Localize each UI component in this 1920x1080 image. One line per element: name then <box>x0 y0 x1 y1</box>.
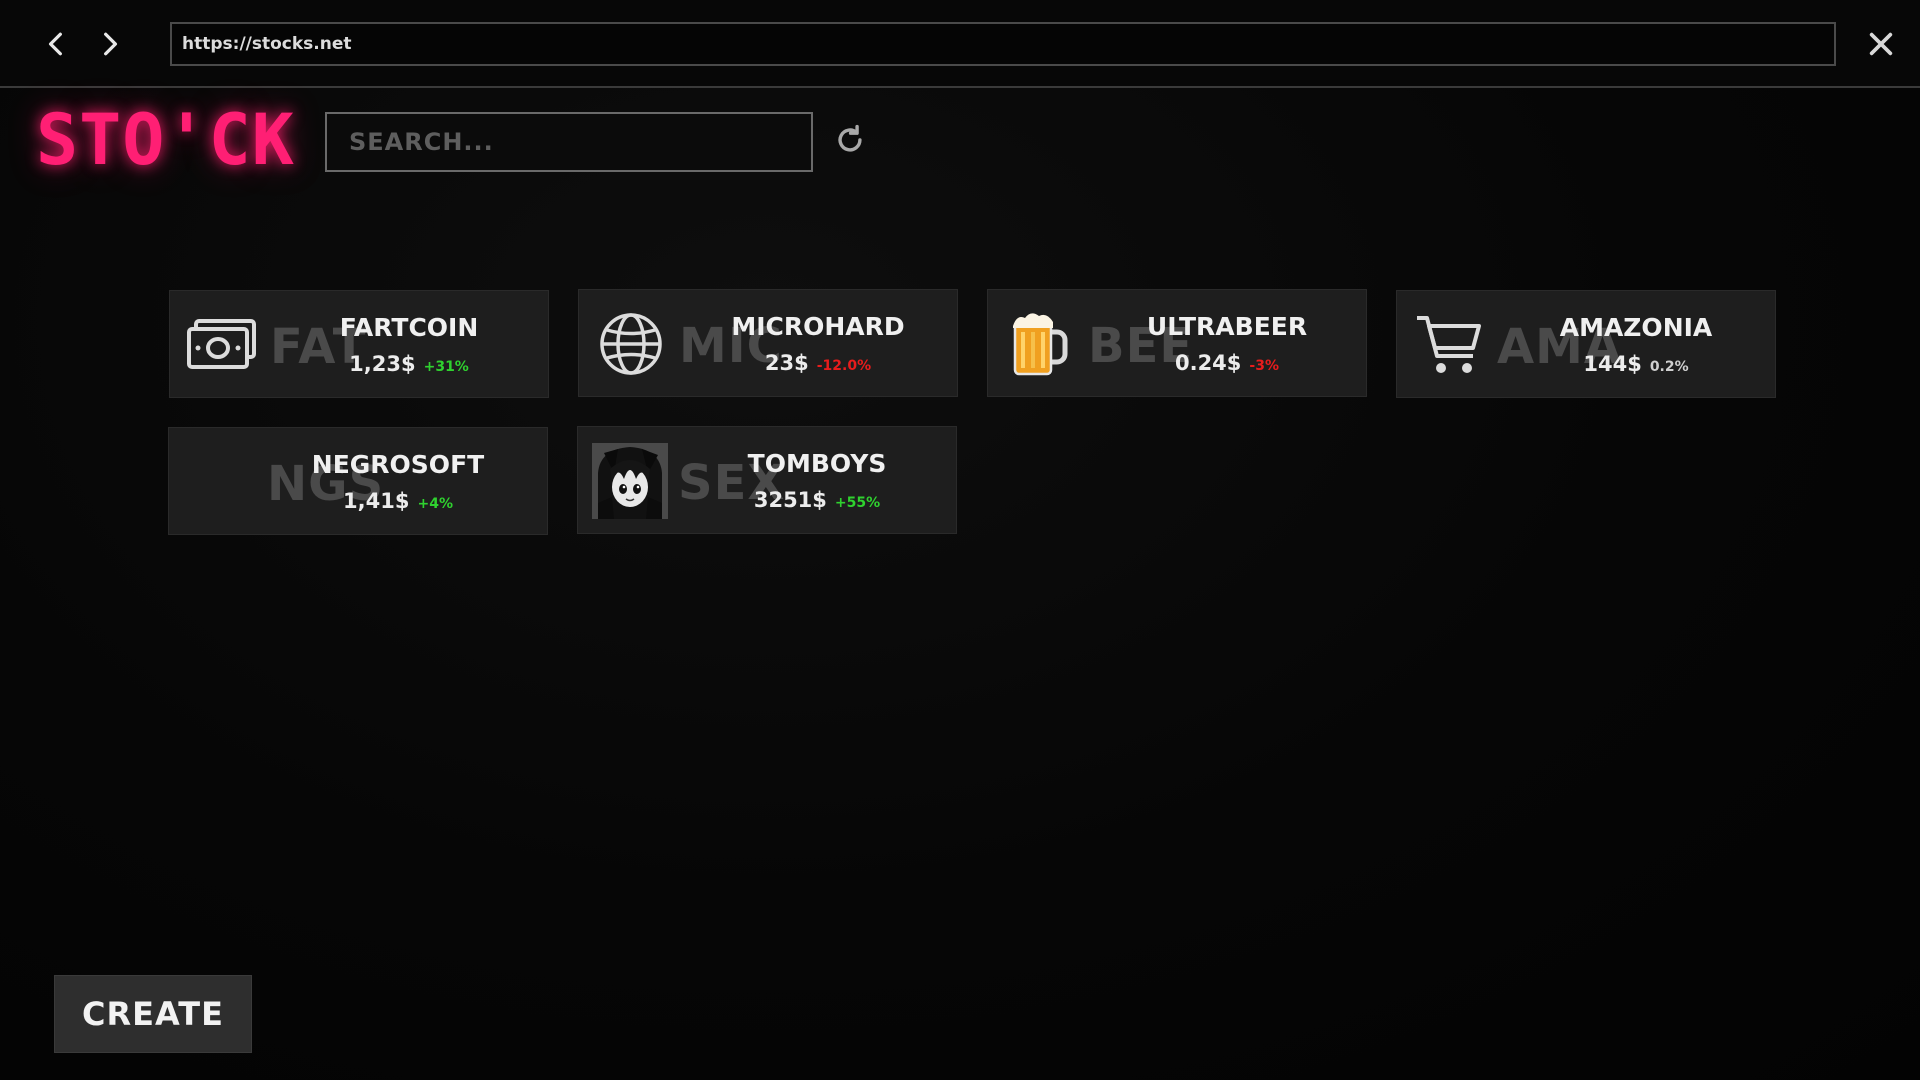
stock-name: ULTRABEER <box>1146 312 1308 341</box>
stock-name: NEGROSOFT <box>311 450 485 479</box>
app-logo: STO'CK <box>36 99 295 181</box>
chevron-left-icon <box>48 32 62 56</box>
stock-name: MICROHARD <box>731 312 905 341</box>
stock-card-tomboys[interactable]: SEX TOMBOYS 3251$ +55% <box>577 426 957 534</box>
stock-price: 23$ <box>764 351 809 375</box>
stock-change: +55% <box>834 495 881 511</box>
stock-price-row: 3251$ +55% <box>578 487 956 516</box>
stock-price-row: 23$ -12.0% <box>579 350 957 379</box>
url-text: https://stocks.net <box>182 34 352 54</box>
stock-change: +4% <box>417 496 453 512</box>
stock-card-amazonia[interactable]: AMA AMAZONIA 144$ 0.2% <box>1396 290 1776 398</box>
address-bar[interactable]: https://stocks.net <box>170 22 1836 66</box>
stock-card-ultrabeer[interactable]: BEE ULTRABEER 0.24$ -3% <box>987 289 1367 397</box>
stock-card-microhard[interactable]: MIC MICROHARD 23$ -12.0% <box>578 289 958 397</box>
browser-toolbar: https://stocks.net <box>0 0 1920 88</box>
stock-change: 0.2% <box>1649 359 1689 375</box>
stock-price-row: 1,23$ +31% <box>170 351 548 380</box>
stock-price-row: 0.24$ -3% <box>988 350 1366 379</box>
stock-change: -12.0% <box>816 358 872 374</box>
stock-price: 144$ <box>1583 352 1642 376</box>
stock-name: TOMBOYS <box>747 449 887 478</box>
back-button[interactable] <box>36 24 76 64</box>
close-icon <box>1869 32 1893 56</box>
refresh-button[interactable] <box>830 120 870 160</box>
forward-button[interactable] <box>90 24 130 64</box>
stock-price: 0.24$ <box>1174 351 1242 375</box>
stock-card-fartcoin[interactable]: FAT FARTCOIN 1,23$ +31% <box>169 290 549 398</box>
refresh-icon <box>838 124 862 152</box>
stock-change: +31% <box>423 359 469 375</box>
search-input[interactable] <box>327 114 811 170</box>
close-button[interactable] <box>1862 24 1900 64</box>
stock-name: AMAZONIA <box>1559 313 1713 342</box>
stock-price: 1,41$ <box>343 489 410 513</box>
chevron-right-icon <box>104 32 118 56</box>
search-box[interactable] <box>325 112 813 172</box>
create-button[interactable]: CREATE <box>54 975 252 1053</box>
stock-price: 3251$ <box>753 488 827 512</box>
stock-change: -3% <box>1249 358 1280 374</box>
stock-card-negrosoft[interactable]: NGS NEGROSOFT 1,41$ +4% <box>168 427 548 535</box>
stock-name: FARTCOIN <box>339 313 479 342</box>
stock-price: 1,23$ <box>349 352 416 376</box>
stock-price-row: 1,41$ +4% <box>169 488 547 517</box>
stock-price-row: 144$ 0.2% <box>1397 351 1775 380</box>
